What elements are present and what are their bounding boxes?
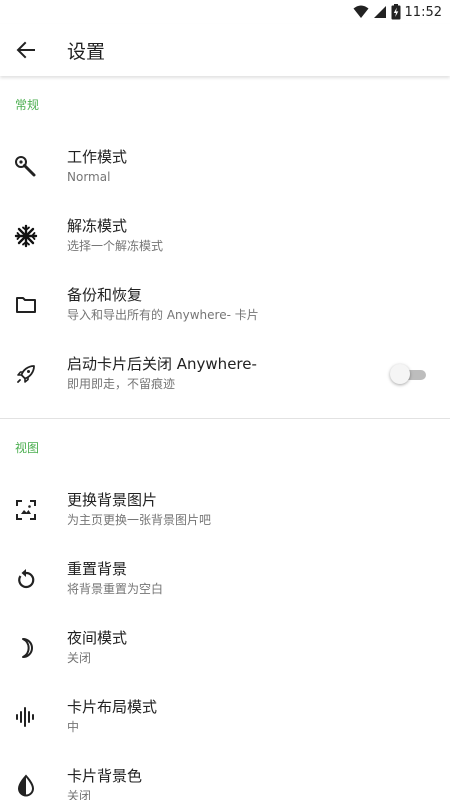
setting-title: 重置背景 [67, 560, 128, 578]
setting-card-background-color[interactable]: 卡片背景色 关闭 [0, 751, 450, 800]
setting-title: 卡片布局模式 [67, 698, 158, 716]
setting-title: 工作模式 [67, 148, 128, 166]
setting-backup-restore[interactable]: 备份和恢复 导入和导出所有的 Anywhere- 卡片 [0, 270, 450, 339]
setting-title: 卡片背景色 [67, 767, 143, 785]
setting-close-after-launch[interactable]: 启动卡片后关闭 Anywhere- 即用即走，不留痕迹 [0, 339, 450, 408]
setting-title: 启动卡片后关闭 Anywhere- [67, 355, 257, 373]
rocket-icon [17, 364, 35, 383]
cell-signal-icon [373, 6, 386, 18]
section-header-view: 视图 [15, 440, 40, 455]
section-header-general: 常规 [15, 97, 40, 112]
setting-subtitle: 导入和导出所有的 Anywhere- 卡片 [67, 308, 259, 322]
moon-icon [22, 637, 33, 658]
snowflake-icon [14, 224, 38, 247]
wallpaper-icon [16, 499, 36, 520]
setting-subtitle: 关闭 [67, 651, 92, 665]
toggle-thumb [390, 363, 410, 384]
app-bar: 设置 [0, 24, 450, 76]
status-bar: 11:52 [0, 0, 450, 24]
setting-unfreeze-mode[interactable]: 解冻模式 选择一个解冻模式 [0, 201, 450, 270]
setting-work-mode[interactable]: 工作模式 Normal [0, 132, 450, 201]
folder-icon [16, 296, 36, 313]
wrench-icon [15, 155, 36, 176]
setting-title: 更换背景图片 [67, 491, 158, 509]
arrow-back-icon [16, 41, 35, 59]
setting-subtitle: 为主页更换一张背景图片吧 [67, 513, 212, 527]
setting-subtitle: 选择一个解冻模式 [67, 239, 164, 253]
setting-title: 夜间模式 [67, 629, 128, 647]
settings-list: 常规 工作模式 Normal 解冻模式 选择一个解冻模式 备份和恢复 导入和导出… [0, 76, 450, 800]
setting-subtitle: 关闭 [67, 789, 92, 800]
setting-subtitle: 中 [67, 720, 80, 734]
wifi-icon [353, 5, 369, 18]
setting-title: 备份和恢复 [67, 286, 143, 304]
setting-subtitle: 即用即走，不留痕迹 [67, 377, 176, 391]
waveform-icon [16, 706, 34, 727]
contrast-icon [17, 774, 35, 796]
close-after-launch-toggle[interactable] [390, 363, 426, 384]
reset-icon [18, 568, 35, 588]
page-title: 设置 [67, 40, 106, 63]
setting-title: 解冻模式 [67, 217, 128, 235]
setting-reset-background[interactable]: 重置背景 将背景重置为空白 [0, 544, 450, 613]
status-icons [353, 4, 401, 20]
settings-screen: 11:52 设置 常规 工作模式 Normal 解冻模式 选择一个解冻模式 备份… [0, 0, 450, 800]
setting-subtitle: Normal [67, 170, 111, 184]
setting-night-mode[interactable]: 夜间模式 关闭 [0, 613, 450, 682]
back-button[interactable] [0, 24, 52, 76]
setting-change-background[interactable]: 更换背景图片 为主页更换一张背景图片吧 [0, 475, 450, 544]
battery-icon [391, 4, 401, 20]
setting-subtitle: 将背景重置为空白 [67, 582, 164, 596]
setting-card-layout-mode[interactable]: 卡片布局模式 中 [0, 682, 450, 751]
status-time: 11:52 [404, 4, 442, 20]
